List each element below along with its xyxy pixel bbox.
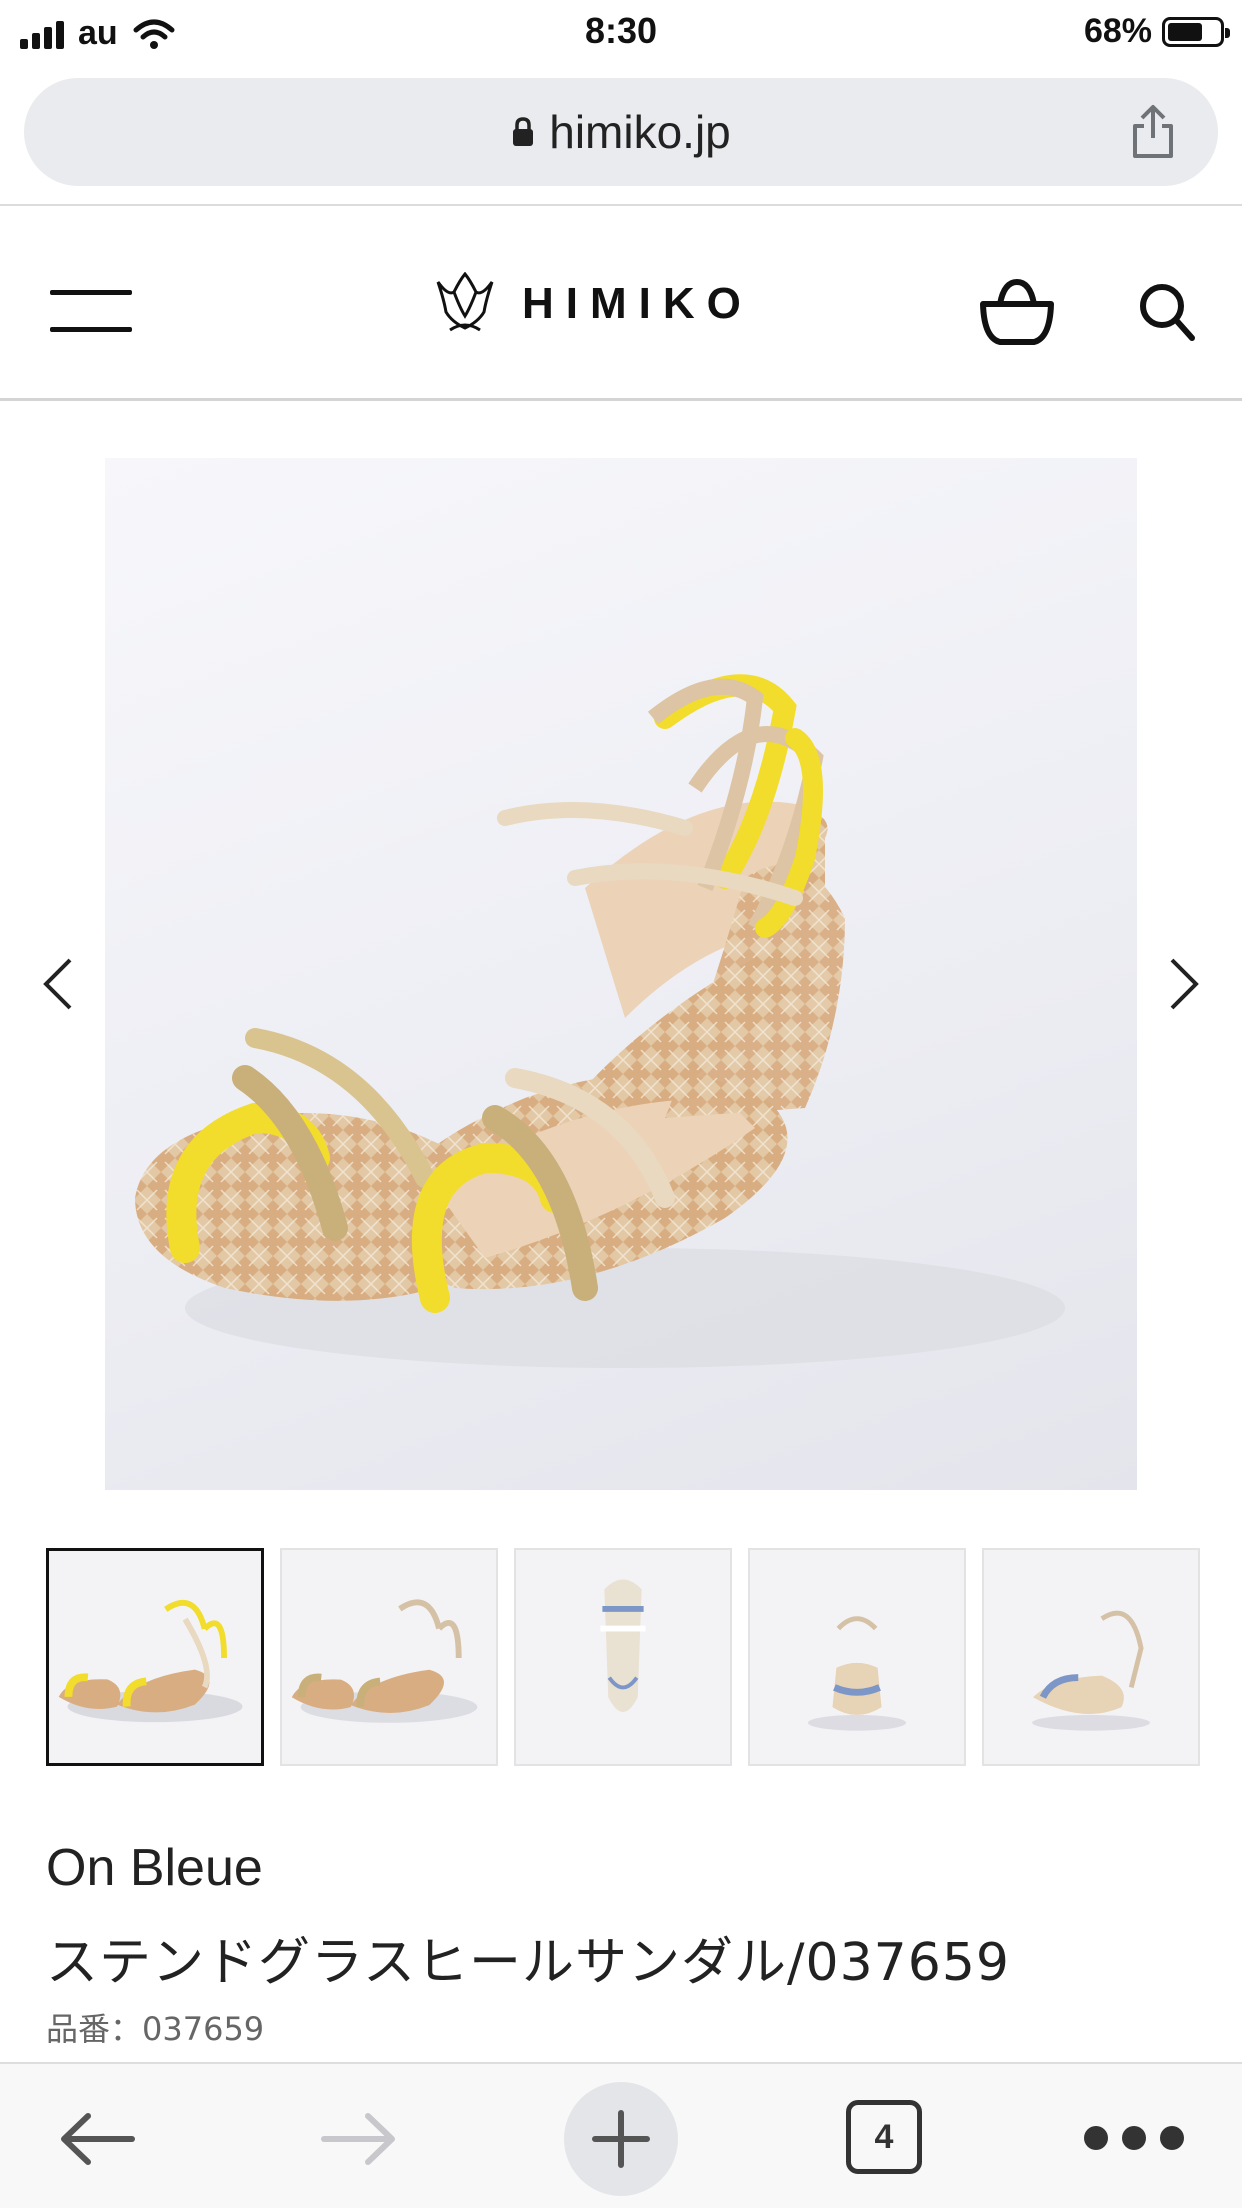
search-icon[interactable] [1138,282,1196,342]
logo-text: HIMIKO [522,279,753,328]
url-display[interactable]: himiko.jp [24,78,1218,186]
status-right: 68% [1083,12,1230,51]
menu-icon[interactable] [50,288,132,334]
browser-toolbar: 4 [0,2062,1242,2208]
battery-icon [1162,16,1230,47]
sandals-illustration [135,674,1065,1368]
crown-logo-icon [436,272,494,332]
next-image-arrow[interactable] [1166,956,1202,1012]
url-text[interactable]: himiko.jp [549,105,731,159]
thumbnail-2[interactable] [280,1548,498,1766]
tab-switcher-button[interactable]: 4 [846,2100,922,2174]
more-icon[interactable] [1084,2126,1204,2152]
previous-image-arrow[interactable] [40,956,76,1012]
thumbnail-4[interactable] [748,1548,966,1766]
thumbnail-1[interactable] [46,1548,264,1766]
share-icon[interactable] [1128,104,1178,160]
product-code: 品番：037659 [46,2010,265,2048]
battery-fill [1168,22,1202,41]
clock: 8:30 [584,10,658,51]
back-arrow-icon[interactable] [58,2108,136,2170]
site-logo[interactable]: HIMIKO [430,272,753,336]
status-bar: au 8:30 68% [0,0,1242,62]
brand-name[interactable]: On Bleue [46,1838,263,1898]
forward-arrow-icon[interactable] [320,2108,398,2170]
plus-icon [592,2110,650,2168]
site-header: HIMIKO [0,206,1242,400]
thumbnail-3[interactable] [514,1548,732,1766]
new-tab-button[interactable] [564,2082,678,2196]
product-title: ステンドグラスヒールサンダル/037659 [46,1933,1010,1993]
product-main-image[interactable] [105,458,1137,1490]
thumbnail-strip [46,1548,1200,1766]
thumbnail-5[interactable] [982,1548,1200,1766]
lock-icon [513,117,534,146]
cart-icon[interactable] [978,278,1056,346]
address-bar[interactable]: himiko.jp [24,78,1218,186]
battery-percent: 68% [1083,12,1152,50]
header-divider [0,398,1242,401]
